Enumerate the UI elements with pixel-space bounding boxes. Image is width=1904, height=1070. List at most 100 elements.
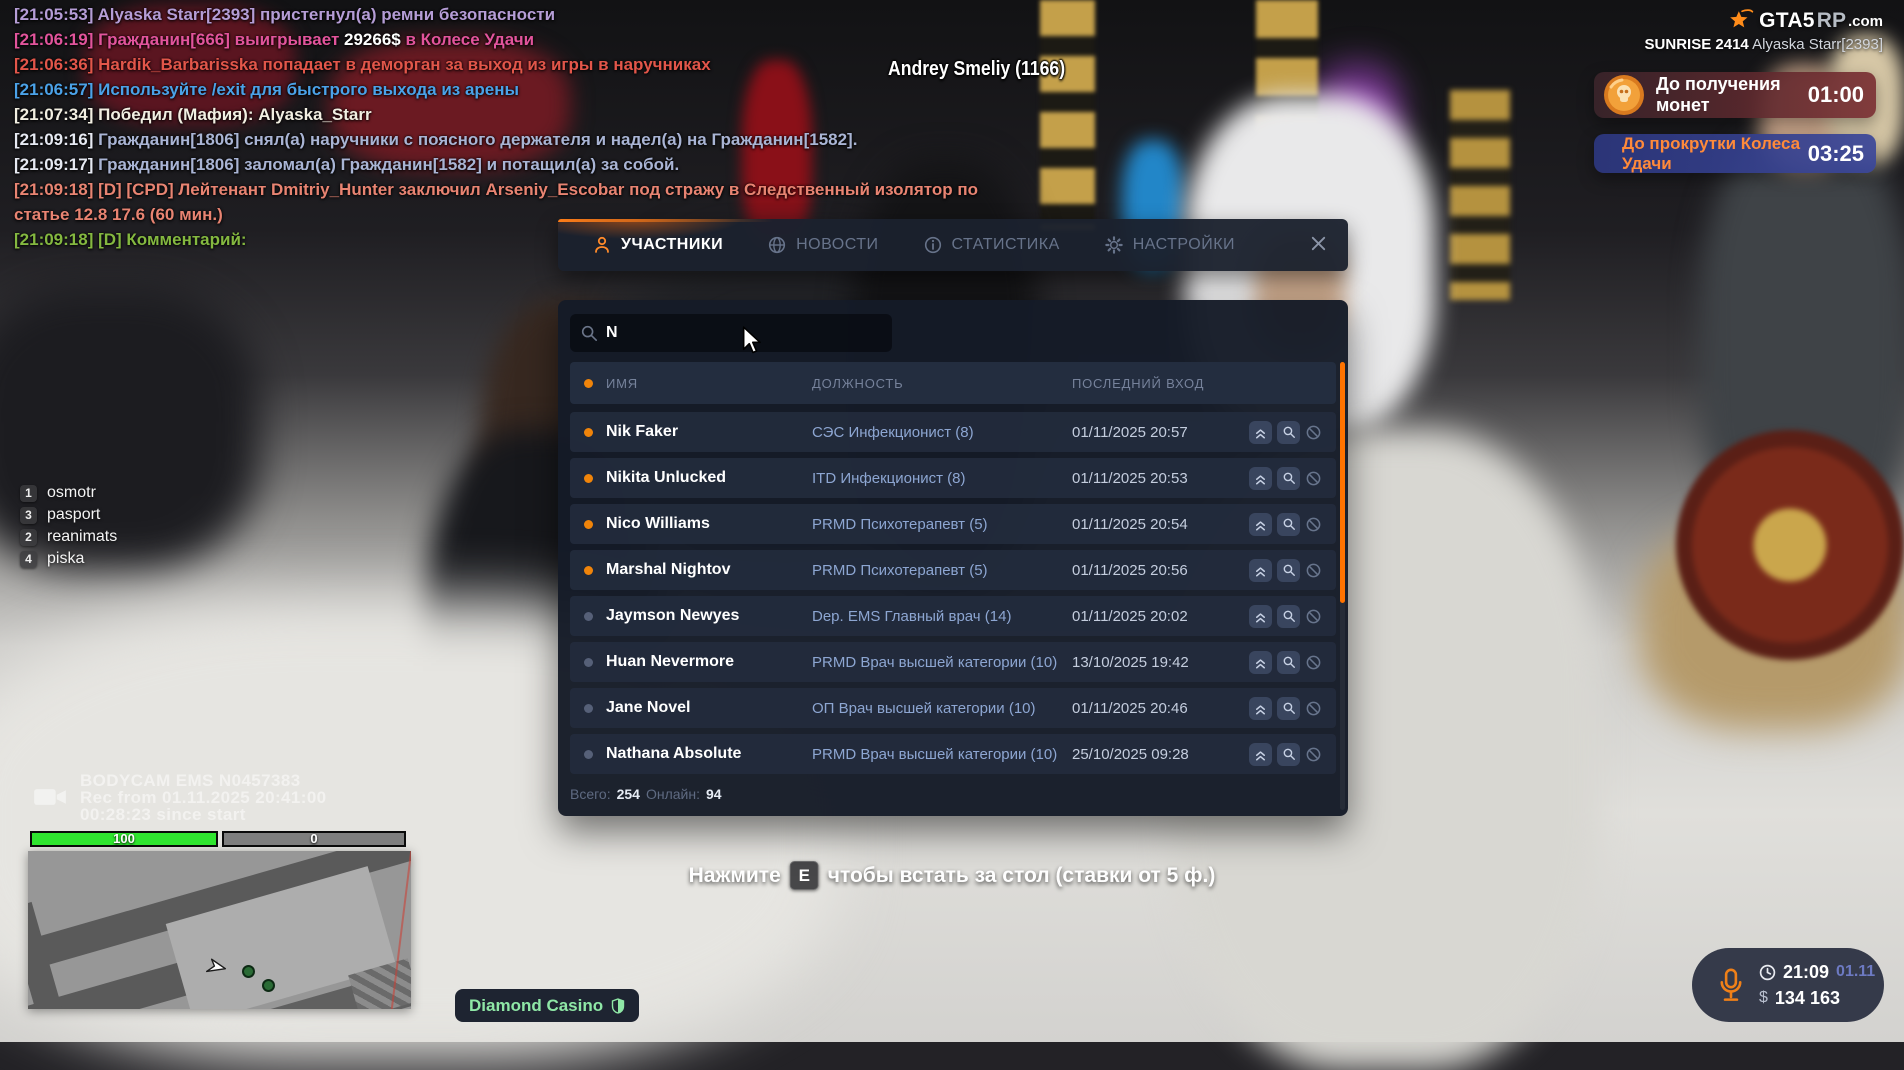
ban-icon[interactable] [1305, 746, 1322, 763]
ban-icon[interactable] [1305, 608, 1322, 625]
roulette-wheel [1676, 430, 1904, 660]
status-dot [570, 612, 606, 621]
total-label: Всего: [570, 786, 611, 802]
ban-icon[interactable] [1305, 516, 1322, 533]
double-chevron-up-icon[interactable] [1249, 743, 1272, 766]
member-name: Nathana Absolute [606, 745, 812, 763]
info-icon [923, 235, 943, 255]
ban-icon[interactable] [1305, 654, 1322, 671]
magnifier-icon[interactable] [1277, 421, 1300, 444]
camera-icon [33, 784, 67, 815]
scrollbar[interactable] [1340, 362, 1345, 810]
table-row[interactable]: Jaymson NewyesDep. EMS Главный врач (14)… [570, 596, 1336, 636]
column-header-role[interactable]: ДОЛЖНОСТЬ [812, 376, 1072, 391]
table-row[interactable]: Nico WilliamsPRMD Психотерапевт (5)01/11… [570, 504, 1336, 544]
double-chevron-up-icon[interactable] [1249, 605, 1272, 628]
magnifier-icon[interactable] [1277, 467, 1300, 490]
ban-icon[interactable] [1305, 562, 1322, 579]
double-chevron-up-icon[interactable] [1249, 513, 1272, 536]
row-actions [1230, 697, 1336, 720]
dollar-sign: $ [1759, 989, 1768, 1007]
ban-icon[interactable] [1305, 700, 1322, 717]
chat-text: 29266$ [344, 30, 401, 49]
chat-line: [21:06:19] Гражданин[666] выигрывает 292… [14, 29, 978, 50]
magnifier-icon[interactable] [1277, 697, 1300, 720]
bodycam-line: 00:28:23 since start [80, 806, 327, 823]
player-name: Alyaska Starr[2393] [1752, 36, 1883, 53]
chat-text: [21:06:19] [14, 30, 98, 49]
table-header-row: ИМЯ ДОЛЖНОСТЬ ПОСЛЕДНИЙ ВХОД [570, 362, 1336, 404]
status-money: 134 163 [1775, 988, 1840, 1009]
table-row[interactable]: Nik FakerСЭС Инфекционист (8)01/11/2025 … [570, 412, 1336, 452]
chat-text: [21:06:57] [14, 80, 98, 99]
ban-icon[interactable] [1305, 424, 1322, 441]
member-name: Huan Nevermore [606, 653, 812, 671]
double-chevron-up-icon[interactable] [1249, 697, 1272, 720]
table-row[interactable]: Nikita UnluckedITD Инфекционист (8)01/11… [570, 458, 1336, 498]
minimap [28, 851, 411, 1009]
interaction-prompt: Нажмите E чтобы встать за стол (ставки о… [689, 861, 1216, 890]
tab-новости[interactable]: НОВОСТИ [767, 235, 878, 255]
wheel-timer-label: До прокрутки Колеса Удачи [1622, 134, 1808, 174]
double-chevron-up-icon[interactable] [1249, 421, 1272, 444]
bodycam-line: BODYCAM EMS N0457383 [80, 772, 327, 789]
chat-line: [21:09:17] Гражданин[1806] заломал(а) Гр… [14, 154, 978, 175]
logo-text-com: .com [1848, 13, 1883, 30]
chat-text: статье 12.8 17.6 (60 мин.) [14, 205, 223, 224]
prompt-post: чтобы встать за стол (ставки от 5 ф.) [828, 864, 1216, 888]
logo-text-rp: RP [1817, 9, 1846, 33]
member-name: Marshal Nightov [606, 561, 812, 579]
column-header-name[interactable]: ИМЯ [606, 376, 812, 391]
member-name: Nico Williams [606, 515, 812, 533]
mouse-cursor [740, 326, 766, 359]
row-actions [1230, 421, 1336, 444]
magnifier-icon[interactable] [1277, 513, 1300, 536]
tab-участники[interactable]: УЧАСТНИКИ [592, 235, 723, 255]
double-chevron-up-icon[interactable] [1249, 467, 1272, 490]
server-name: SUNRISE 2414 [1645, 36, 1749, 53]
bodycam-overlay: BODYCAM EMS N0457383 Rec from 01.11.2025… [80, 772, 327, 823]
star-icon [1728, 8, 1754, 34]
clock-icon [1759, 964, 1776, 981]
table-row[interactable]: Nathana AbsolutePRMD Врач высшей категор… [570, 734, 1336, 774]
status-dot [570, 658, 606, 667]
chat-text: Hardik_Barbarisska попадает в деморган з… [98, 55, 711, 74]
chat-text: [21:09:16] [14, 130, 98, 149]
table-row[interactable]: Jane NovelОП Врач высшей категории (10)0… [570, 688, 1336, 728]
chat-text: Используйте /exit для быстрого выхода из… [98, 80, 519, 99]
table-row[interactable]: Huan NevermorePRMD Врач высшей категории… [570, 642, 1336, 682]
magnifier-icon[interactable] [1277, 605, 1300, 628]
tab-настройки[interactable]: НАСТРОЙКИ [1104, 235, 1235, 255]
chat-line: [21:05:53] Alyaska Starr[2393] пристегну… [14, 4, 978, 25]
wheel-timer-value: 03:25 [1808, 141, 1864, 167]
chat-text: Победил (Мафия): Alyaska_Starr [98, 105, 372, 124]
scrollbar-thumb[interactable] [1340, 362, 1345, 603]
member-name: Nikita Unlucked [606, 469, 812, 487]
tab-label: НОВОСТИ [796, 236, 878, 254]
status-dot [570, 520, 606, 529]
magnifier-icon[interactable] [1277, 559, 1300, 582]
coins-timer-banner[interactable]: До получения монет 01:00 [1594, 72, 1876, 118]
column-header-last-login[interactable]: ПОСЛЕДНИЙ ВХОД [1072, 376, 1230, 391]
magnifier-icon[interactable] [1277, 651, 1300, 674]
magnifier-icon[interactable] [1277, 743, 1300, 766]
tab-label: УЧАСТНИКИ [621, 236, 723, 254]
members-panel-body: ИМЯ ДОЛЖНОСТЬ ПОСЛЕДНИЙ ВХОД Nik FakerСЭ… [558, 300, 1348, 816]
microphone-icon[interactable] [1718, 967, 1744, 1003]
member-last-login: 25/10/2025 09:28 [1072, 746, 1230, 763]
chat-text: [21:06:36] [14, 55, 98, 74]
status-dot [570, 566, 606, 575]
double-chevron-up-icon[interactable] [1249, 559, 1272, 582]
member-role: СЭС Инфекционист (8) [812, 424, 1072, 441]
hotkey-item: 2reanimats [20, 526, 117, 548]
close-icon[interactable] [1309, 234, 1328, 258]
chat-text: [21:05:53] [14, 5, 97, 24]
wheel-timer-banner[interactable]: До прокрутки Колеса Удачи 03:25 [1594, 134, 1876, 173]
table-row[interactable]: Marshal NightovPRMD Психотерапевт (5)01/… [570, 550, 1336, 590]
tab-статистика[interactable]: СТАТИСТИКА [923, 235, 1060, 255]
hotkey-slot-badge: 3 [20, 507, 37, 524]
double-chevron-up-icon[interactable] [1249, 651, 1272, 674]
hotkey-item: 3pasport [20, 504, 117, 526]
member-role: Dep. EMS Главный врач (14) [812, 608, 1072, 625]
ban-icon[interactable] [1305, 470, 1322, 487]
